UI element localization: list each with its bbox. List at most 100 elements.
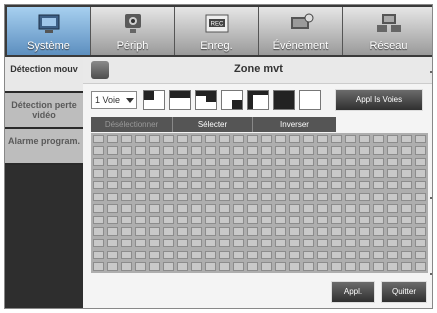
zone-cell[interactable] bbox=[373, 134, 384, 144]
zone-cell[interactable] bbox=[401, 262, 412, 271]
zone-cell[interactable] bbox=[289, 169, 300, 178]
side-item-detection-perte-video[interactable]: Détection perte vidéo bbox=[5, 93, 83, 129]
zone-cell[interactable] bbox=[275, 146, 286, 155]
zone-cell[interactable] bbox=[247, 204, 258, 213]
zone-cell[interactable] bbox=[121, 204, 132, 213]
zone-cell[interactable] bbox=[219, 227, 230, 236]
zone-cell[interactable] bbox=[135, 134, 146, 144]
zone-cell[interactable] bbox=[247, 169, 258, 178]
zone-cell[interactable] bbox=[191, 238, 202, 248]
zone-cell[interactable] bbox=[219, 157, 230, 167]
zone-cell[interactable] bbox=[289, 157, 300, 167]
zone-cell[interactable] bbox=[163, 204, 174, 213]
zone-cell[interactable] bbox=[205, 169, 216, 178]
zone-cell[interactable] bbox=[387, 238, 398, 248]
preset-bottom-right-icon[interactable] bbox=[221, 90, 243, 110]
zone-cell[interactable] bbox=[345, 204, 356, 213]
zone-cell[interactable] bbox=[149, 227, 160, 236]
zone-cell[interactable] bbox=[275, 215, 286, 225]
zone-cell[interactable] bbox=[135, 146, 146, 155]
zone-cell[interactable] bbox=[149, 262, 160, 271]
zone-cell[interactable] bbox=[261, 134, 272, 144]
zone-cell[interactable] bbox=[205, 262, 216, 271]
zone-cell[interactable] bbox=[261, 204, 272, 213]
zone-cell[interactable] bbox=[303, 169, 314, 178]
channel-select[interactable]: 1 Voie bbox=[91, 91, 137, 109]
zone-cell[interactable] bbox=[415, 238, 426, 248]
zone-cell[interactable] bbox=[359, 238, 370, 248]
zone-cell[interactable] bbox=[177, 157, 188, 167]
zone-cell[interactable] bbox=[233, 250, 244, 260]
zone-cell[interactable] bbox=[107, 215, 118, 225]
zone-cell[interactable] bbox=[163, 227, 174, 236]
zone-cell[interactable] bbox=[373, 238, 384, 248]
zone-cell[interactable] bbox=[149, 146, 160, 155]
zone-cell[interactable] bbox=[233, 169, 244, 178]
zone-cell[interactable] bbox=[345, 157, 356, 167]
zone-cell[interactable] bbox=[191, 227, 202, 236]
zone-cell[interactable] bbox=[205, 192, 216, 202]
zone-cell[interactable] bbox=[345, 262, 356, 271]
zone-cell[interactable] bbox=[135, 227, 146, 236]
invert-button[interactable]: Inverser bbox=[253, 117, 336, 132]
zone-cell[interactable] bbox=[121, 180, 132, 190]
zone-cell[interactable] bbox=[289, 262, 300, 271]
zone-cell[interactable] bbox=[121, 169, 132, 178]
zone-cell[interactable] bbox=[359, 204, 370, 213]
zone-cell[interactable] bbox=[163, 169, 174, 178]
zone-cell[interactable] bbox=[93, 215, 104, 225]
zone-cell[interactable] bbox=[261, 157, 272, 167]
zone-cell[interactable] bbox=[401, 146, 412, 155]
zone-cell[interactable] bbox=[303, 134, 314, 144]
zone-cell[interactable] bbox=[415, 227, 426, 236]
zone-cell[interactable] bbox=[331, 157, 342, 167]
zone-cell[interactable] bbox=[177, 169, 188, 178]
zone-cell[interactable] bbox=[275, 180, 286, 190]
zone-cell[interactable] bbox=[373, 227, 384, 236]
zone-cell[interactable] bbox=[359, 169, 370, 178]
zone-cell[interactable] bbox=[233, 146, 244, 155]
zone-cell[interactable] bbox=[135, 192, 146, 202]
zone-cell[interactable] bbox=[233, 262, 244, 271]
zone-cell[interactable] bbox=[261, 192, 272, 202]
zone-cell[interactable] bbox=[233, 192, 244, 202]
zone-cell[interactable] bbox=[135, 250, 146, 260]
zone-cell[interactable] bbox=[275, 169, 286, 178]
zone-cell[interactable] bbox=[219, 146, 230, 155]
zone-cell[interactable] bbox=[289, 215, 300, 225]
zone-cell[interactable] bbox=[219, 250, 230, 260]
zone-cell[interactable] bbox=[205, 134, 216, 144]
zone-cell[interactable] bbox=[359, 192, 370, 202]
zone-cell[interactable] bbox=[177, 180, 188, 190]
preset-empty-icon[interactable] bbox=[299, 90, 321, 110]
zone-cell[interactable] bbox=[177, 250, 188, 260]
zone-cell[interactable] bbox=[121, 157, 132, 167]
zone-cell[interactable] bbox=[205, 238, 216, 248]
zone-cell[interactable] bbox=[163, 250, 174, 260]
zone-cell[interactable] bbox=[415, 180, 426, 190]
zone-cell[interactable] bbox=[331, 169, 342, 178]
zone-cell[interactable] bbox=[191, 157, 202, 167]
zone-cell[interactable] bbox=[303, 238, 314, 248]
zone-cell[interactable] bbox=[359, 262, 370, 271]
select-button[interactable]: Sélecter bbox=[173, 117, 253, 132]
zone-cell[interactable] bbox=[303, 157, 314, 167]
zone-cell[interactable] bbox=[373, 250, 384, 260]
zone-cell[interactable] bbox=[303, 146, 314, 155]
zone-cell[interactable] bbox=[247, 157, 258, 167]
zone-cell[interactable] bbox=[387, 250, 398, 260]
zone-cell[interactable] bbox=[149, 250, 160, 260]
zone-cell[interactable] bbox=[121, 262, 132, 271]
zone-cell[interactable] bbox=[247, 146, 258, 155]
deselect-button[interactable]: Désélectionner bbox=[91, 117, 173, 132]
zone-cell[interactable] bbox=[177, 227, 188, 236]
zone-cell[interactable] bbox=[163, 192, 174, 202]
zone-cell[interactable] bbox=[289, 146, 300, 155]
zone-cell[interactable] bbox=[317, 215, 328, 225]
zone-cell[interactable] bbox=[149, 192, 160, 202]
zone-cell[interactable] bbox=[191, 215, 202, 225]
zone-cell[interactable] bbox=[275, 134, 286, 144]
zone-cell[interactable] bbox=[331, 146, 342, 155]
zone-cell[interactable] bbox=[219, 134, 230, 144]
zone-cell[interactable] bbox=[93, 180, 104, 190]
